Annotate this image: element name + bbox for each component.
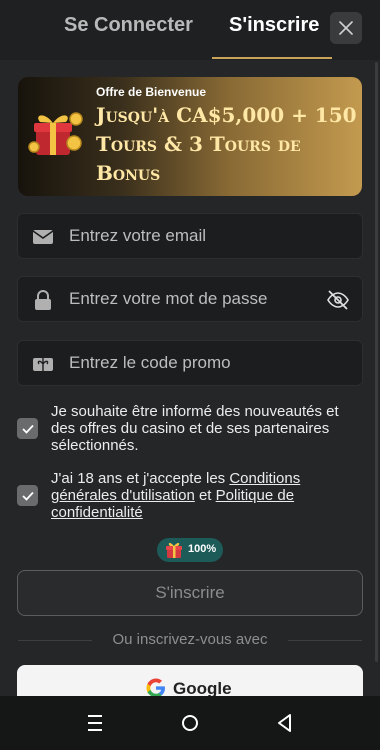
welcome-offer-banner: Offre de Bienvenue Jusqu'à CA$5,000 + 15… — [18, 77, 362, 196]
close-button[interactable] — [330, 12, 362, 44]
password-field[interactable] — [17, 276, 363, 322]
terms-prefix: J'ai 18 ans et j'accepte les — [51, 470, 230, 487]
completion-badge: 100% — [157, 538, 223, 562]
google-logo-icon — [146, 678, 165, 696]
active-tab-indicator — [212, 57, 332, 59]
terms-consent: J'ai 18 ans et j'accepte les Conditions … — [17, 469, 363, 521]
newsletter-label: Je souhaite être informé des nouveautés … — [51, 403, 339, 454]
tab-login[interactable]: Se Connecter — [64, 14, 193, 37]
gift-icon — [28, 112, 83, 155]
lock-icon — [35, 290, 51, 310]
divider-line-right — [288, 640, 362, 641]
system-navigation-bar — [0, 696, 380, 750]
email-input[interactable] — [69, 214, 319, 258]
terms-and: et — [194, 487, 216, 504]
email-field[interactable] — [17, 213, 363, 259]
close-icon — [339, 21, 353, 35]
newsletter-checkbox[interactable] — [17, 418, 38, 439]
back-icon[interactable] — [273, 711, 297, 735]
google-label: Google — [173, 679, 232, 696]
google-signup-button[interactable]: Google — [17, 665, 363, 696]
promo-code-field[interactable] — [17, 340, 363, 386]
completion-percent: 100% — [188, 543, 217, 555]
newsletter-consent: Je souhaite être informé des nouveautés … — [17, 402, 363, 454]
recent-apps-icon[interactable] — [83, 711, 107, 735]
scrollbar[interactable] — [375, 62, 378, 662]
checkmark-icon — [21, 424, 34, 434]
offer-eyebrow: Offre de Bienvenue — [96, 85, 207, 99]
home-icon[interactable] — [178, 711, 202, 735]
terms-checkbox[interactable] — [17, 485, 38, 506]
gift-icon — [166, 542, 182, 558]
auth-tabs: Se Connecter S'inscrire — [0, 0, 380, 60]
promo-code-input[interactable] — [69, 341, 319, 385]
terms-label: J'ai 18 ans et j'accepte les Conditions … — [51, 470, 363, 521]
eye-off-icon[interactable] — [326, 288, 350, 312]
register-submit-button[interactable]: S'inscrire — [17, 570, 363, 616]
registration-form: Offre de Bienvenue Jusqu'à CA$5,000 + 15… — [0, 60, 380, 696]
tab-register[interactable]: S'inscrire — [229, 14, 319, 37]
checkmark-icon — [21, 491, 34, 501]
password-input[interactable] — [69, 277, 319, 321]
envelope-icon — [32, 230, 54, 244]
offer-headline: Jusqu'à CA$5,000 + 150 Tours & 3 Tours d… — [96, 103, 357, 185]
social-divider: Ou inscrivez-vous avec — [18, 630, 362, 650]
ticket-icon — [33, 358, 53, 371]
